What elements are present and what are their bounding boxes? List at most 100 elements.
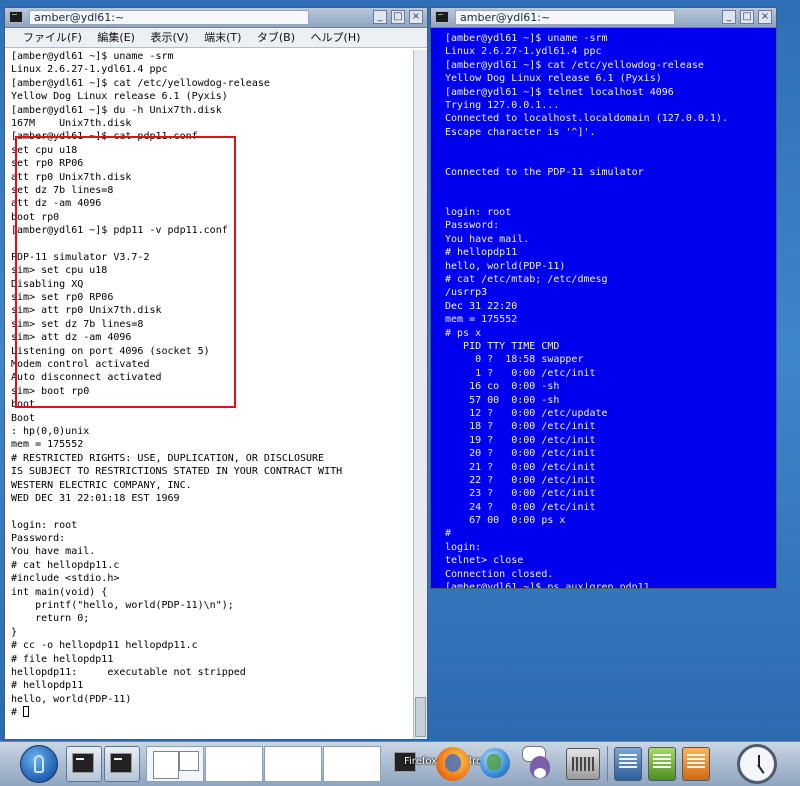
terminal-line: sim> set dz 7b lines=8 (11, 318, 144, 330)
terminal-line: hello, world(PDP-11) (445, 260, 566, 272)
terminal-line: You have mail. (11, 546, 96, 558)
globe-icon[interactable] (480, 748, 510, 778)
terminal-line: return 0; (11, 613, 90, 625)
workspace-1[interactable] (146, 746, 204, 782)
terminal-line: [amber@ydl61 ~]$ cat /etc/yellowdog-rele… (445, 59, 704, 71)
spreadsheet-icon[interactable] (648, 747, 676, 781)
terminal-icon (110, 753, 132, 773)
terminal-line: hellopdp11: executable not stripped (11, 666, 246, 678)
terminal-line: 20 ? 0:00 /etc/init (445, 448, 596, 460)
terminal-line: Linux 2.6.27-1.ydl61.4 ppc (445, 46, 602, 58)
terminal-line: login: root (11, 519, 78, 531)
terminal-line: [amber@ydl61 ~]$ ps aux|grep pdp11 (445, 582, 650, 588)
taskbar: Firefox Web Browser (0, 741, 800, 786)
terminal-line: att rp0 Unix7th.disk (11, 171, 132, 183)
terminal-line: Yellow Dog Linux release 6.1 (Pyxis) (11, 91, 228, 103)
workspace-window-thumb (179, 751, 199, 771)
workspace-3[interactable] (264, 746, 322, 782)
workspace-4[interactable] (323, 746, 381, 782)
terminal-line: [amber@ydl61 ~]$ cat pdp11.conf (11, 131, 198, 143)
terminal-line: sim> set cpu u18 (11, 265, 108, 277)
workspace-window-thumb (153, 751, 179, 779)
terminal-line: 0 ? 18:58 swapper (445, 354, 584, 366)
terminal-line: Escape character is '^]'. (445, 126, 596, 138)
terminal-output[interactable]: [amber@ydl61 ~]$ uname -srm Linux 2.6.27-… (5, 50, 414, 739)
window-title: amber@ydl61:~ (455, 10, 675, 25)
terminal-line: # file hellopdp11 (11, 653, 114, 665)
terminal-line: 22 ? 0:00 /etc/init (445, 474, 596, 486)
writer-document-icon[interactable] (614, 747, 642, 781)
menu-tabs[interactable]: タブ(B) (257, 31, 295, 44)
scrollbar[interactable] (413, 50, 427, 739)
workspace-2[interactable] (205, 746, 263, 782)
taskbar-terminal-button[interactable] (66, 746, 102, 782)
menu-file[interactable]: ファイル(F) (23, 31, 82, 44)
terminal-cursor (23, 706, 30, 718)
menu-help[interactable]: ヘルプ(H) (311, 31, 361, 44)
close-button[interactable]: × (409, 10, 423, 24)
terminal-line: Modem control activated (11, 358, 150, 370)
terminal-line: set cpu u18 (11, 144, 78, 156)
terminal-line: 23 ? 0:00 /etc/init (445, 488, 596, 500)
terminal-line: int main(void) { (11, 586, 108, 598)
terminal-line: mem = 175552 (11, 439, 84, 451)
start-menu-icon[interactable] (20, 745, 58, 783)
terminal-icon (9, 11, 23, 23)
terminal-line: PDP-11 simulator V3.7-2 (11, 251, 150, 263)
terminal-line: Trying 127.0.0.1... (445, 99, 560, 111)
close-button[interactable]: × (758, 10, 772, 24)
terminal-line: set rp0 RP06 (11, 158, 84, 170)
scrollbar-thumb[interactable] (415, 697, 426, 737)
window-titlebar[interactable]: amber@ydl61:~ _ □ × (431, 8, 776, 28)
terminal-line: WED DEC 31 22:01:18 EST 1969 (11, 492, 180, 504)
minimize-button[interactable]: _ (373, 10, 387, 24)
radio-icon[interactable] (566, 748, 600, 780)
window-titlebar[interactable]: amber@ydl61:~ _ □ × (5, 8, 427, 28)
terminal-line: 24 ? 0:00 /etc/init (445, 501, 596, 513)
menu-edit[interactable]: 編集(E) (97, 31, 135, 44)
terminal-line: 19 ? 0:00 /etc/init (445, 434, 596, 446)
terminal-line: mem = 175552 (445, 314, 518, 326)
terminal-line: [amber@ydl61 ~]$ cat /etc/yellowdog-rele… (11, 77, 270, 89)
terminal-line: : hp(0,0)unix (11, 425, 90, 437)
terminal-line: Connected to localhost.localdomain (127.… (445, 113, 728, 125)
terminal-line: /usrrp3 (445, 287, 488, 299)
menu-view[interactable]: 表示(V) (150, 31, 188, 44)
terminal-line: # ps x (445, 327, 482, 339)
terminal-line: Auto disconnect activated (11, 372, 162, 384)
terminal-line: #include <stdio.h> (11, 573, 120, 585)
taskbar-terminal-button[interactable] (104, 746, 140, 782)
terminal-line: sim> att rp0 Unix7th.disk (11, 305, 162, 317)
pidgin-icon[interactable] (522, 746, 554, 780)
terminal-line: # cc -o hellopdp11 hellopdp11.c (11, 640, 198, 652)
terminal-line: sim> att dz -am 4096 (11, 332, 132, 344)
menu-terminal[interactable]: 端末(T) (204, 31, 241, 44)
terminal-line: Disabling XQ (11, 278, 84, 290)
terminal-line: Connection closed. (445, 568, 554, 580)
terminal-line: Linux 2.6.27-1.ydl61.4 ppc (11, 64, 168, 76)
maximize-button[interactable]: □ (391, 10, 405, 24)
terminal-window-left[interactable]: amber@ydl61:~ _ □ × ファイル(F) 編集(E) 表示(V) … (4, 7, 428, 740)
terminal-line: # cat /etc/mtab; /etc/dmesg (445, 274, 608, 286)
terminal-output[interactable]: [amber@ydl61 ~]$ uname -srm Linux 2.6.27-… (431, 28, 776, 588)
clock-icon[interactable] (737, 744, 777, 784)
terminal-line: IS SUBJECT TO RESTRICTIONS STATED IN YOU… (11, 466, 343, 478)
terminal-line: You have mail. (445, 233, 530, 245)
terminal-line: Password: (445, 220, 500, 232)
maximize-button[interactable]: □ (740, 10, 754, 24)
menu-bar: ファイル(F) 編集(E) 表示(V) 端末(T) タブ(B) ヘルプ(H) (5, 28, 427, 48)
presentation-icon[interactable] (682, 747, 710, 781)
minimize-button[interactable]: _ (722, 10, 736, 24)
terminal-line: [amber@ydl61 ~]$ uname -srm (11, 51, 174, 62)
terminal-line: 12 ? 0:00 /etc/update (445, 407, 608, 419)
clock-minute-hand (757, 764, 765, 774)
taskbar-separator (607, 746, 608, 782)
terminal-window-right[interactable]: amber@ydl61:~ _ □ × [amber@ydl61 ~]$ una… (430, 7, 777, 589)
terminal-line: 67 00 0:00 ps x (445, 515, 566, 527)
firefox-icon[interactable] (436, 747, 470, 781)
terminal-line: 21 ? 0:00 /etc/init (445, 461, 596, 473)
terminal-line: telnet> close (445, 555, 524, 567)
